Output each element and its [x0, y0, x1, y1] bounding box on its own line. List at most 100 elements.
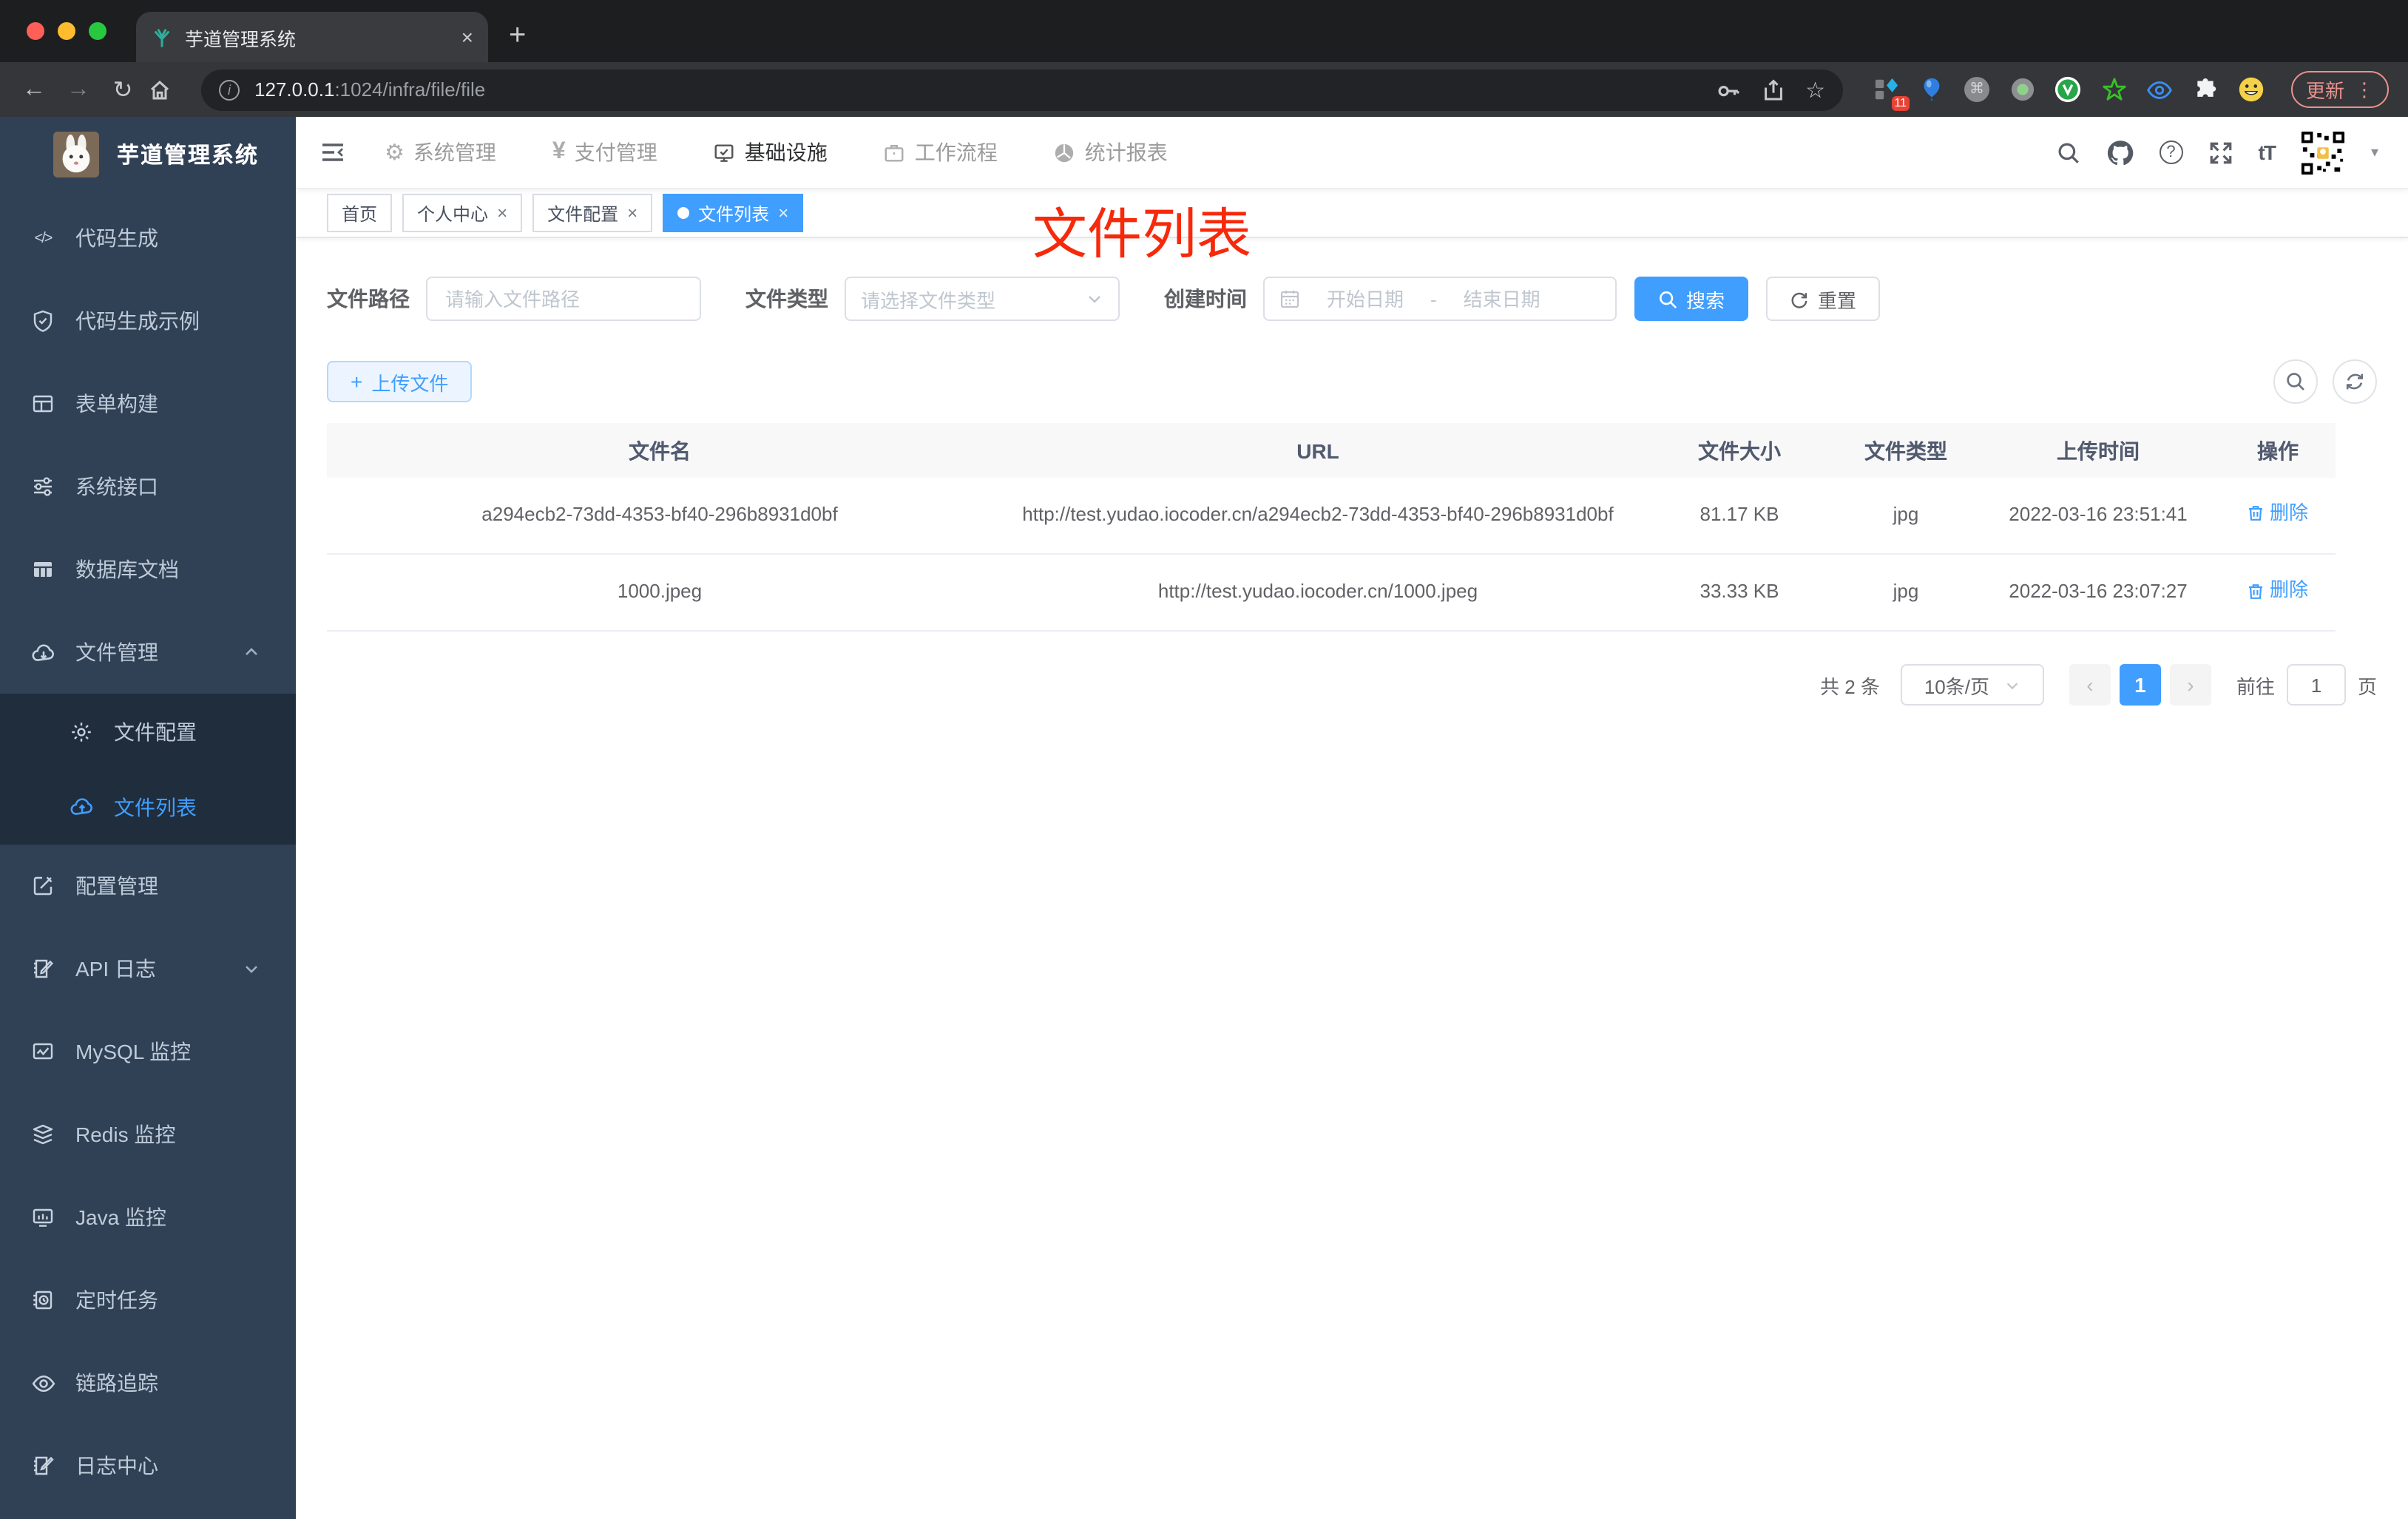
- col-file-type: 文件类型: [1836, 423, 1976, 478]
- tab-close-icon[interactable]: ×: [461, 25, 473, 49]
- ext-emoji-icon[interactable]: [2238, 76, 2265, 103]
- ext-eye-icon[interactable]: [2146, 76, 2173, 103]
- show-search-toggle-button[interactable]: [2273, 359, 2318, 404]
- search-button[interactable]: 搜索: [1634, 277, 1749, 321]
- collapse-sidebar-icon[interactable]: [319, 139, 346, 166]
- bookmark-star-icon[interactable]: ☆: [1805, 76, 1825, 103]
- prev-page-button[interactable]: ‹: [2069, 664, 2111, 706]
- file-table: 文件名 URL 文件大小 文件类型 上传时间 操作 a294ecb2-73dd-…: [327, 423, 2336, 632]
- top-nav-label: 基础设施: [744, 141, 828, 164]
- delete-button[interactable]: 删除: [2248, 498, 2308, 530]
- sidebar-item-db-doc[interactable]: 数据库文档: [0, 528, 296, 611]
- password-key-icon[interactable]: [1715, 77, 1740, 102]
- ext-puzzle-icon[interactable]: [2192, 76, 2219, 103]
- ext-pinned-icon[interactable]: 11: [1873, 76, 1910, 110]
- sidebar-item-form-builder[interactable]: 表单构建: [0, 362, 296, 445]
- sidebar-item-mysql-monitor[interactable]: MySQL 监控: [0, 1010, 296, 1093]
- sidebar-item-scheduled-tasks[interactable]: 定时任务: [0, 1259, 296, 1342]
- file-path-input[interactable]: [426, 277, 701, 321]
- font-size-icon[interactable]: tT: [2259, 141, 2276, 164]
- address-bar[interactable]: i 127.0.0.1:1024/infra/file/file ☆: [201, 69, 1843, 110]
- page-size-select[interactable]: 10条/页: [1900, 664, 2044, 706]
- ext-command-icon[interactable]: ⌘: [1964, 77, 1989, 102]
- sidebar-logo[interactable]: 芋道管理系统: [0, 117, 296, 191]
- help-icon[interactable]: ?: [2159, 141, 2183, 164]
- sidebar-item-label: 代码生成示例: [75, 309, 200, 333]
- site-info-icon[interactable]: i: [219, 79, 240, 100]
- reload-icon[interactable]: ↻: [104, 75, 142, 104]
- cell-url: http://test.yudao.iocoder.cn/1000.jpeg: [992, 554, 1643, 632]
- sidebar-item-trace[interactable]: 链路追踪: [0, 1342, 296, 1424]
- sidebar-item-label: 表单构建: [75, 392, 158, 416]
- top-nav-reports[interactable]: 统计报表: [1054, 138, 1168, 167]
- end-date-input[interactable]: [1448, 288, 1555, 310]
- ext-v-icon[interactable]: [2054, 76, 2081, 103]
- ext-balloon-icon[interactable]: [1918, 76, 1945, 103]
- tag-profile[interactable]: 个人中心 ×: [402, 194, 523, 232]
- tag-file-list[interactable]: 文件列表 ×: [663, 194, 804, 232]
- upload-file-button[interactable]: + 上传文件: [327, 361, 473, 402]
- home-icon[interactable]: [148, 78, 186, 101]
- tag-home[interactable]: 首页: [327, 194, 393, 232]
- search-icon[interactable]: [2056, 140, 2081, 165]
- browser-update-button[interactable]: 更新 ⋮: [2291, 71, 2390, 108]
- start-date-input[interactable]: [1312, 288, 1418, 310]
- edit-square-icon: [30, 874, 56, 898]
- ext-record-icon[interactable]: [2009, 76, 2035, 103]
- sidebar-item-code-demo[interactable]: 代码生成示例: [0, 280, 296, 362]
- window-close-button[interactable]: [27, 22, 44, 40]
- sidebar-item-java-monitor[interactable]: Java 监控: [0, 1176, 296, 1259]
- back-icon[interactable]: ←: [15, 76, 53, 103]
- sidebar-item-redis-monitor[interactable]: Redis 监控: [0, 1093, 296, 1176]
- sidebar-item-code-generation[interactable]: </> 代码生成: [0, 197, 296, 280]
- window-zoom-button[interactable]: [89, 22, 106, 40]
- page-1-button[interactable]: 1: [2119, 664, 2161, 706]
- sidebar-item-config-management[interactable]: 配置管理: [0, 845, 296, 927]
- sidebar-item-label: 文件管理: [75, 640, 158, 664]
- select-placeholder: 请选择文件类型: [861, 289, 996, 311]
- sidebar-item-file-list[interactable]: 文件列表: [0, 769, 296, 845]
- schedule-clock-icon: [30, 1288, 56, 1312]
- window-minimize-button[interactable]: [58, 22, 75, 40]
- top-nav-system[interactable]: ⚙ 系统管理: [385, 138, 496, 167]
- new-tab-button[interactable]: +: [509, 19, 526, 53]
- delete-button-label: 删除: [2269, 501, 2308, 524]
- github-icon[interactable]: [2106, 138, 2134, 166]
- sidebar-item-label: 文件配置: [114, 720, 197, 743]
- sidebar-item-api-log[interactable]: API 日志: [0, 927, 296, 1010]
- sidebar-menu: </> 代码生成 代码生成示例 表单构建 系统接口 数据库文档 文件管理 文件配…: [0, 191, 296, 1507]
- tag-close-icon[interactable]: ×: [778, 203, 788, 223]
- delete-button[interactable]: 删除: [2248, 575, 2308, 606]
- sidebar-item-file-management[interactable]: 文件管理: [0, 611, 296, 694]
- top-nav-infra[interactable]: 基础设施: [714, 138, 828, 167]
- browser-tab[interactable]: 芋道管理系统 ×: [136, 12, 488, 62]
- app-title: 芋道管理系统: [117, 143, 260, 168]
- goto-page-input[interactable]: [2286, 664, 2346, 706]
- refresh-table-button[interactable]: [2333, 359, 2377, 404]
- cloud-upload-icon: [68, 794, 95, 819]
- browser-menu-kebab-icon[interactable]: ⋮: [2355, 78, 2374, 101]
- forward-icon[interactable]: →: [59, 76, 98, 103]
- reset-button[interactable]: 重置: [1766, 277, 1881, 321]
- briefcase-icon: [884, 141, 906, 163]
- date-range-picker[interactable]: -: [1263, 277, 1617, 321]
- sidebar-item-system-api[interactable]: 系统接口: [0, 445, 296, 528]
- tag-close-icon[interactable]: ×: [627, 203, 637, 223]
- fullscreen-icon[interactable]: [2208, 140, 2233, 165]
- tag-file-config[interactable]: 文件配置 ×: [532, 194, 653, 232]
- top-nav-workflow[interactable]: 工作流程: [884, 138, 998, 167]
- share-icon[interactable]: [1761, 78, 1785, 101]
- ext-star-icon[interactable]: [2100, 76, 2127, 103]
- screen: 芋道管理系统 × + ← → ↻ i 127.0.0.1:1024/infra/…: [0, 0, 2408, 1519]
- sidebar-item-file-config[interactable]: 文件配置: [0, 694, 296, 769]
- next-page-button[interactable]: ›: [2169, 664, 2211, 706]
- sidebar-item-label: 配置管理: [75, 874, 158, 898]
- sidebar-item-log-center[interactable]: 日志中心: [0, 1424, 296, 1507]
- tag-close-icon[interactable]: ×: [497, 203, 507, 223]
- top-nav-payment[interactable]: ¥ 支付管理: [552, 138, 657, 167]
- cell-url: http://test.yudao.iocoder.cn/a294ecb2-73…: [992, 478, 1643, 555]
- avatar-caret-down-icon[interactable]: ▾: [2371, 144, 2378, 160]
- file-type-select[interactable]: 请选择文件类型: [845, 277, 1120, 321]
- favicon-plant-icon: [151, 26, 173, 48]
- avatar-qr-code[interactable]: [2299, 129, 2346, 175]
